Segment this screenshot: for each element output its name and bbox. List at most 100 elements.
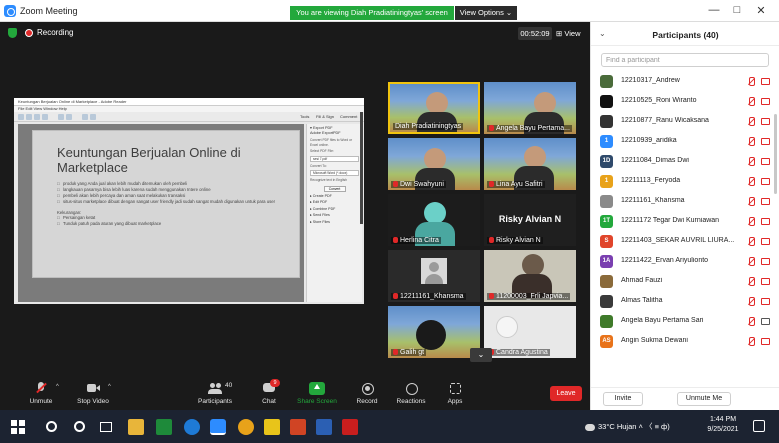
participant-row[interactable]: Angela Bayu Pertama Sari	[591, 312, 779, 332]
acrobat-icon[interactable]	[342, 419, 358, 435]
video-tile[interactable]: Dwi Swahyuni	[388, 138, 480, 190]
meeting-timer: 00:52:09	[518, 27, 552, 40]
participants-button[interactable]: 40 Participants	[188, 382, 242, 405]
participant-row[interactable]: 1D 12211084_Dimas Dwi	[591, 152, 779, 172]
powerpoint-icon[interactable]	[290, 419, 306, 435]
maximize-icon[interactable]: □	[728, 4, 746, 16]
sticky-notes-icon[interactable]	[264, 419, 280, 435]
chrome-icon[interactable]	[238, 419, 254, 435]
chat-button[interactable]: 9 Chat	[242, 379, 296, 405]
leave-button[interactable]: Leave	[550, 386, 582, 401]
video-tile[interactable]: 11200003_Frli Japvia...	[484, 250, 576, 302]
video-gallery: Diah Pradiatiningtyas Angela Bayu Pertam…	[388, 60, 582, 358]
participant-row[interactable]: 12210877_Ranu Wicaksana	[591, 112, 779, 132]
video-tile[interactable]: Risky Alvian N Risky Alvian N	[484, 194, 576, 246]
apps-icon	[447, 382, 463, 395]
share-divider[interactable]	[360, 112, 363, 224]
prev-page-icon	[58, 114, 64, 120]
tile-name: 12211161_Khansma	[391, 293, 466, 300]
minimize-icon[interactable]: —	[705, 4, 723, 16]
participant-name: Angin Sukma Dewani	[621, 337, 688, 344]
exportpdf-description: Convert PDF files to Word or Excel onlin…	[310, 138, 353, 147]
tile-name: Candra Agustina	[487, 349, 550, 356]
participant-name: 12210525_Roni Wiranto	[621, 97, 697, 104]
video-tile[interactable]: 12211161_Khansma	[388, 250, 480, 302]
video-tile[interactable]: Herlina Citra	[388, 194, 480, 246]
word-icon[interactable]	[316, 419, 332, 435]
muted-mic-icon	[747, 97, 755, 106]
muted-mic-icon	[747, 137, 755, 146]
view-button[interactable]: ⊞ View	[556, 27, 581, 40]
close-icon[interactable]: ✕	[752, 4, 770, 17]
zoom-taskbar-icon[interactable]	[210, 419, 226, 435]
participant-row[interactable]: Almas Talitha	[591, 292, 779, 312]
default-avatar-icon	[421, 258, 447, 284]
muted-mic-icon	[33, 382, 49, 395]
video-off-icon	[761, 198, 770, 205]
participant-row[interactable]: 12211161_Khansma	[591, 192, 779, 212]
apps-button[interactable]: Apps	[428, 382, 482, 405]
encryption-shield-icon[interactable]	[8, 28, 17, 38]
file-explorer-icon[interactable]	[128, 419, 144, 435]
video-options-caret[interactable]: ^	[108, 384, 111, 390]
tile-name: Lina Ayu Safitri	[487, 181, 545, 188]
participant-list-scrollbar[interactable]	[774, 114, 777, 194]
video-tile[interactable]: Candra Agustina	[484, 306, 576, 358]
participant-row[interactable]: 1 12210939_aridika	[591, 132, 779, 152]
muted-mic-icon	[747, 157, 755, 166]
audio-options-caret[interactable]: ^	[56, 384, 59, 390]
task-view-icon[interactable]	[100, 422, 112, 432]
muted-mic-icon	[747, 237, 755, 246]
next-page-icon	[66, 114, 72, 120]
unmute-button[interactable]: Unmute	[14, 382, 68, 405]
gallery-next-arrow[interactable]: ⌄	[470, 348, 492, 362]
tools-tab: Tools	[300, 114, 310, 119]
video-off-icon	[761, 258, 770, 265]
weather-widget[interactable]: 33°C Hujan ˄ 〈 ≡ ф)	[585, 421, 670, 432]
participant-row[interactable]: 1 12211113_Feryoda	[591, 172, 779, 192]
view-options-button[interactable]: View Options ⌄	[455, 6, 517, 20]
search-icon[interactable]	[46, 421, 57, 432]
video-tile[interactable]: Angela Bayu Pertama...	[484, 82, 576, 134]
participant-row[interactable]: 12210525_Roni Wiranto	[591, 92, 779, 112]
participant-row[interactable]: S 12211403_SEKAR AUVRIL LIURA...	[591, 232, 779, 252]
share-screen-button[interactable]: Share Screen	[290, 382, 344, 405]
windows-start-icon[interactable]	[10, 419, 26, 435]
cortana-icon[interactable]	[74, 421, 85, 432]
participant-row[interactable]: 12210317_Andrew	[591, 72, 779, 92]
viewer-toolbar: Tools Fill & Sign Comment	[14, 112, 364, 122]
chat-badge: 9	[270, 379, 280, 387]
reactions-icon	[403, 382, 419, 395]
participant-row[interactable]: 1T 12211172 Tegar Dwi Kurniawan	[591, 212, 779, 232]
invite-button[interactable]: Invite	[603, 392, 643, 406]
avatar: AS	[600, 335, 613, 348]
participant-search-input[interactable]	[601, 53, 769, 67]
avatar: 1	[600, 175, 613, 188]
tile-name: Angela Bayu Pertama...	[487, 125, 572, 132]
save-icon	[26, 114, 32, 120]
video-tile[interactable]: Galih gt	[388, 306, 480, 358]
participant-face	[496, 316, 518, 338]
excel-icon[interactable]	[156, 419, 172, 435]
video-off-icon	[761, 118, 770, 125]
participant-row[interactable]: 1A 12211422_Ervan Ariyulionto	[591, 252, 779, 272]
muted-mic-icon	[747, 217, 755, 226]
recording-label: Recording	[37, 28, 74, 37]
panel-header: ⌄ Participants (40)	[591, 22, 779, 46]
participant-name: 12210317_Andrew	[621, 77, 680, 84]
participant-row[interactable]: Ahmad Fauzi	[591, 272, 779, 292]
notification-icon[interactable]	[753, 420, 765, 432]
muted-mic-icon	[747, 317, 755, 326]
participant-row[interactable]: AS Angin Sukma Dewani	[591, 332, 779, 352]
stop-video-button[interactable]: Stop Video	[66, 382, 120, 405]
muted-mic-icon	[747, 337, 755, 346]
taskbar-clock[interactable]: 1:44 PM 9/25/2021	[703, 415, 743, 435]
video-tile[interactable]: Diah Pradiatiningtyas	[388, 82, 480, 134]
avatar	[600, 115, 613, 128]
participant-name: Almas Talitha	[621, 297, 663, 304]
tile-name: Risky Alvian N	[487, 237, 543, 244]
video-tile[interactable]: Lina Ayu Safitri	[484, 138, 576, 190]
window-titlebar: Zoom Meeting You are viewing Diah Pradia…	[0, 0, 779, 22]
edge-icon[interactable]	[184, 419, 200, 435]
unmute-me-button[interactable]: Unmute Me	[677, 392, 731, 406]
